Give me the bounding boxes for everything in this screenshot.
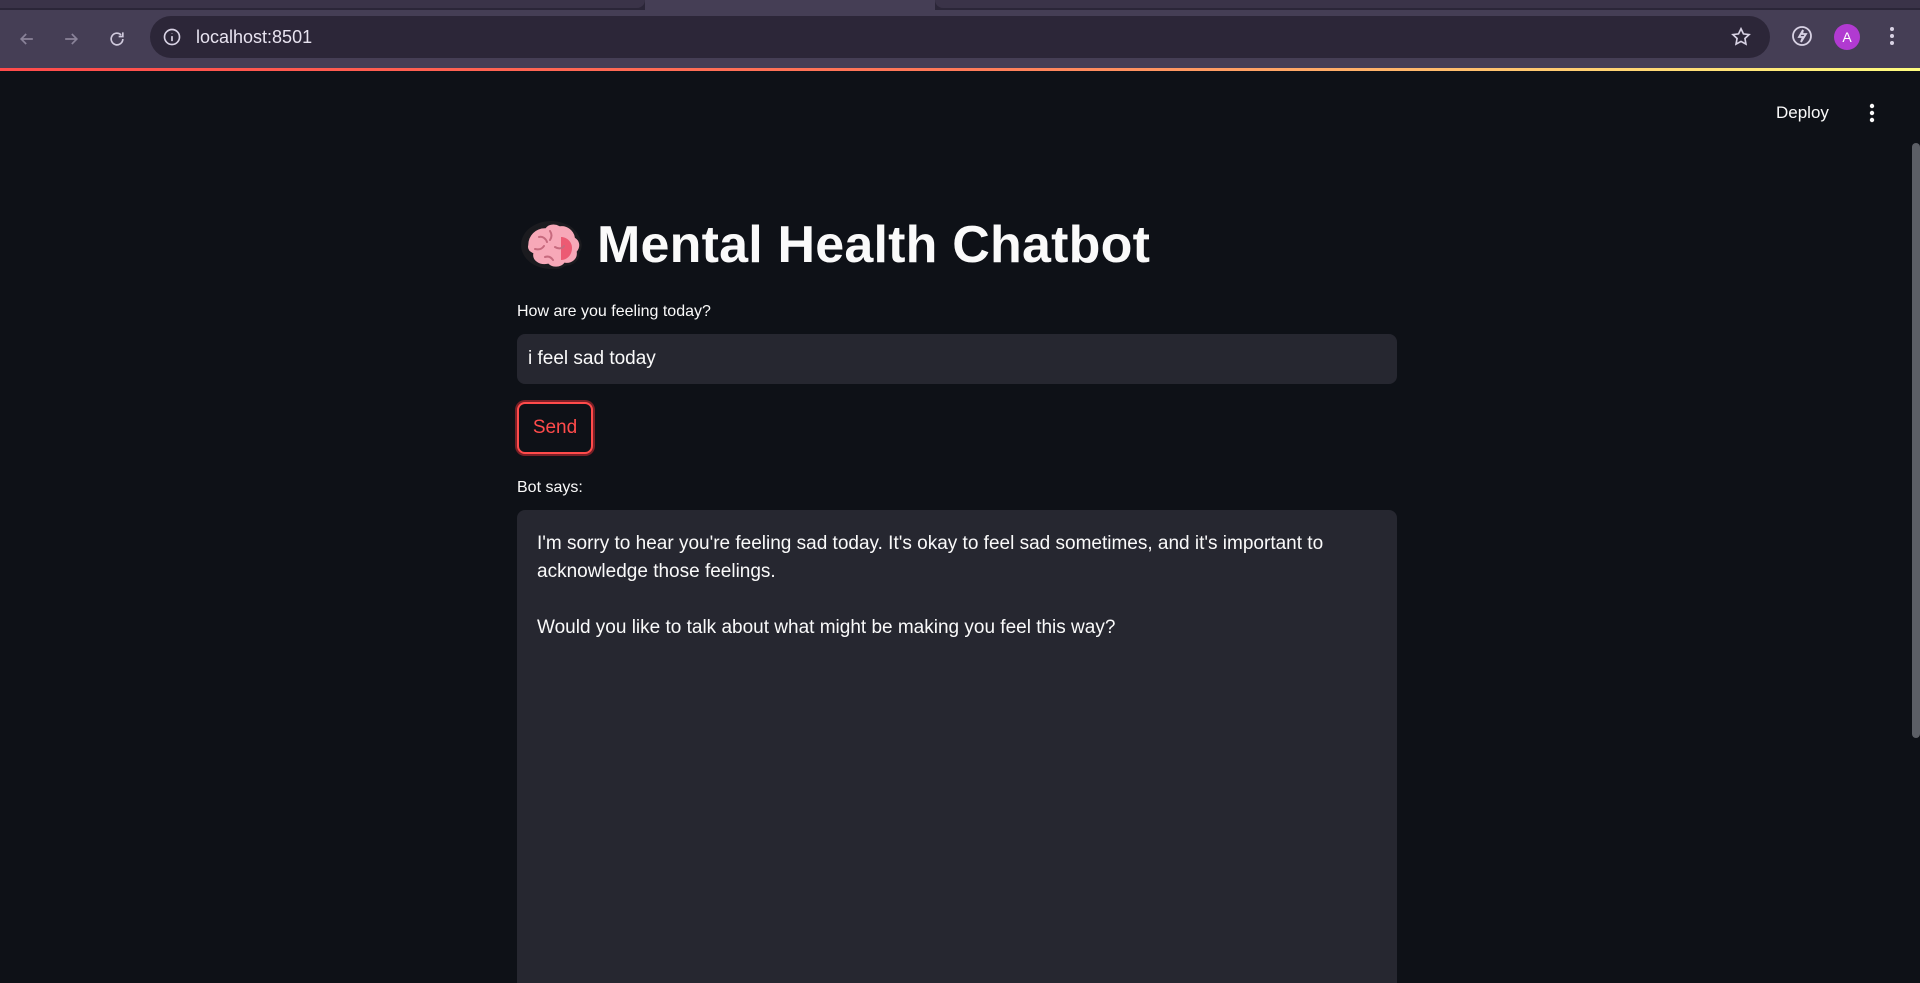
feeling-input[interactable] bbox=[517, 334, 1397, 384]
reload-button[interactable] bbox=[102, 24, 132, 54]
bot-response-paragraph: I'm sorry to hear you're feeling sad tod… bbox=[537, 533, 1324, 582]
back-button[interactable] bbox=[12, 24, 42, 54]
browser-toolbar: localhost:8501 A bbox=[0, 10, 1920, 68]
send-button[interactable]: Send bbox=[517, 402, 593, 454]
arrow-right-icon bbox=[65, 33, 79, 45]
bot-response-textarea[interactable]: I'm sorry to hear you're feeling sad tod… bbox=[517, 510, 1397, 983]
main-content: Mental Health Chatbot How are you feelin… bbox=[517, 200, 1397, 983]
url-text[interactable]: localhost:8501 bbox=[196, 27, 312, 47]
browser-tab-inactive[interactable] bbox=[935, 0, 1920, 8]
browser-tab-active[interactable] bbox=[645, 0, 935, 10]
info-icon[interactable] bbox=[162, 27, 182, 47]
forward-button[interactable] bbox=[56, 24, 86, 54]
performance-icon[interactable] bbox=[1790, 24, 1814, 48]
browser-tab-inactive[interactable] bbox=[0, 0, 645, 8]
page-scrollbar[interactable] bbox=[1912, 143, 1920, 738]
profile-avatar[interactable]: A bbox=[1834, 24, 1860, 50]
browser-tab-strip bbox=[0, 0, 1920, 10]
address-bar[interactable]: localhost:8501 bbox=[150, 16, 1770, 58]
browser-menu-icon[interactable] bbox=[1880, 24, 1904, 48]
brain-icon bbox=[521, 221, 582, 270]
bot-response-label: Bot says: bbox=[517, 479, 583, 496]
bookmark-star-icon[interactable] bbox=[1730, 26, 1752, 48]
main-menu-icon[interactable] bbox=[1860, 100, 1884, 126]
deploy-button[interactable]: Deploy bbox=[1770, 98, 1835, 128]
feeling-input-label: How are you feeling today? bbox=[517, 303, 711, 320]
arrow-left-icon bbox=[19, 33, 33, 45]
bot-response-paragraph: Would you like to talk about what might … bbox=[537, 617, 1116, 638]
title-text: Mental Health Chatbot bbox=[597, 216, 1151, 274]
reload-icon bbox=[110, 32, 124, 46]
app-decoration-bar bbox=[0, 68, 1920, 71]
page-title: Mental Health Chatbot bbox=[517, 200, 1397, 290]
